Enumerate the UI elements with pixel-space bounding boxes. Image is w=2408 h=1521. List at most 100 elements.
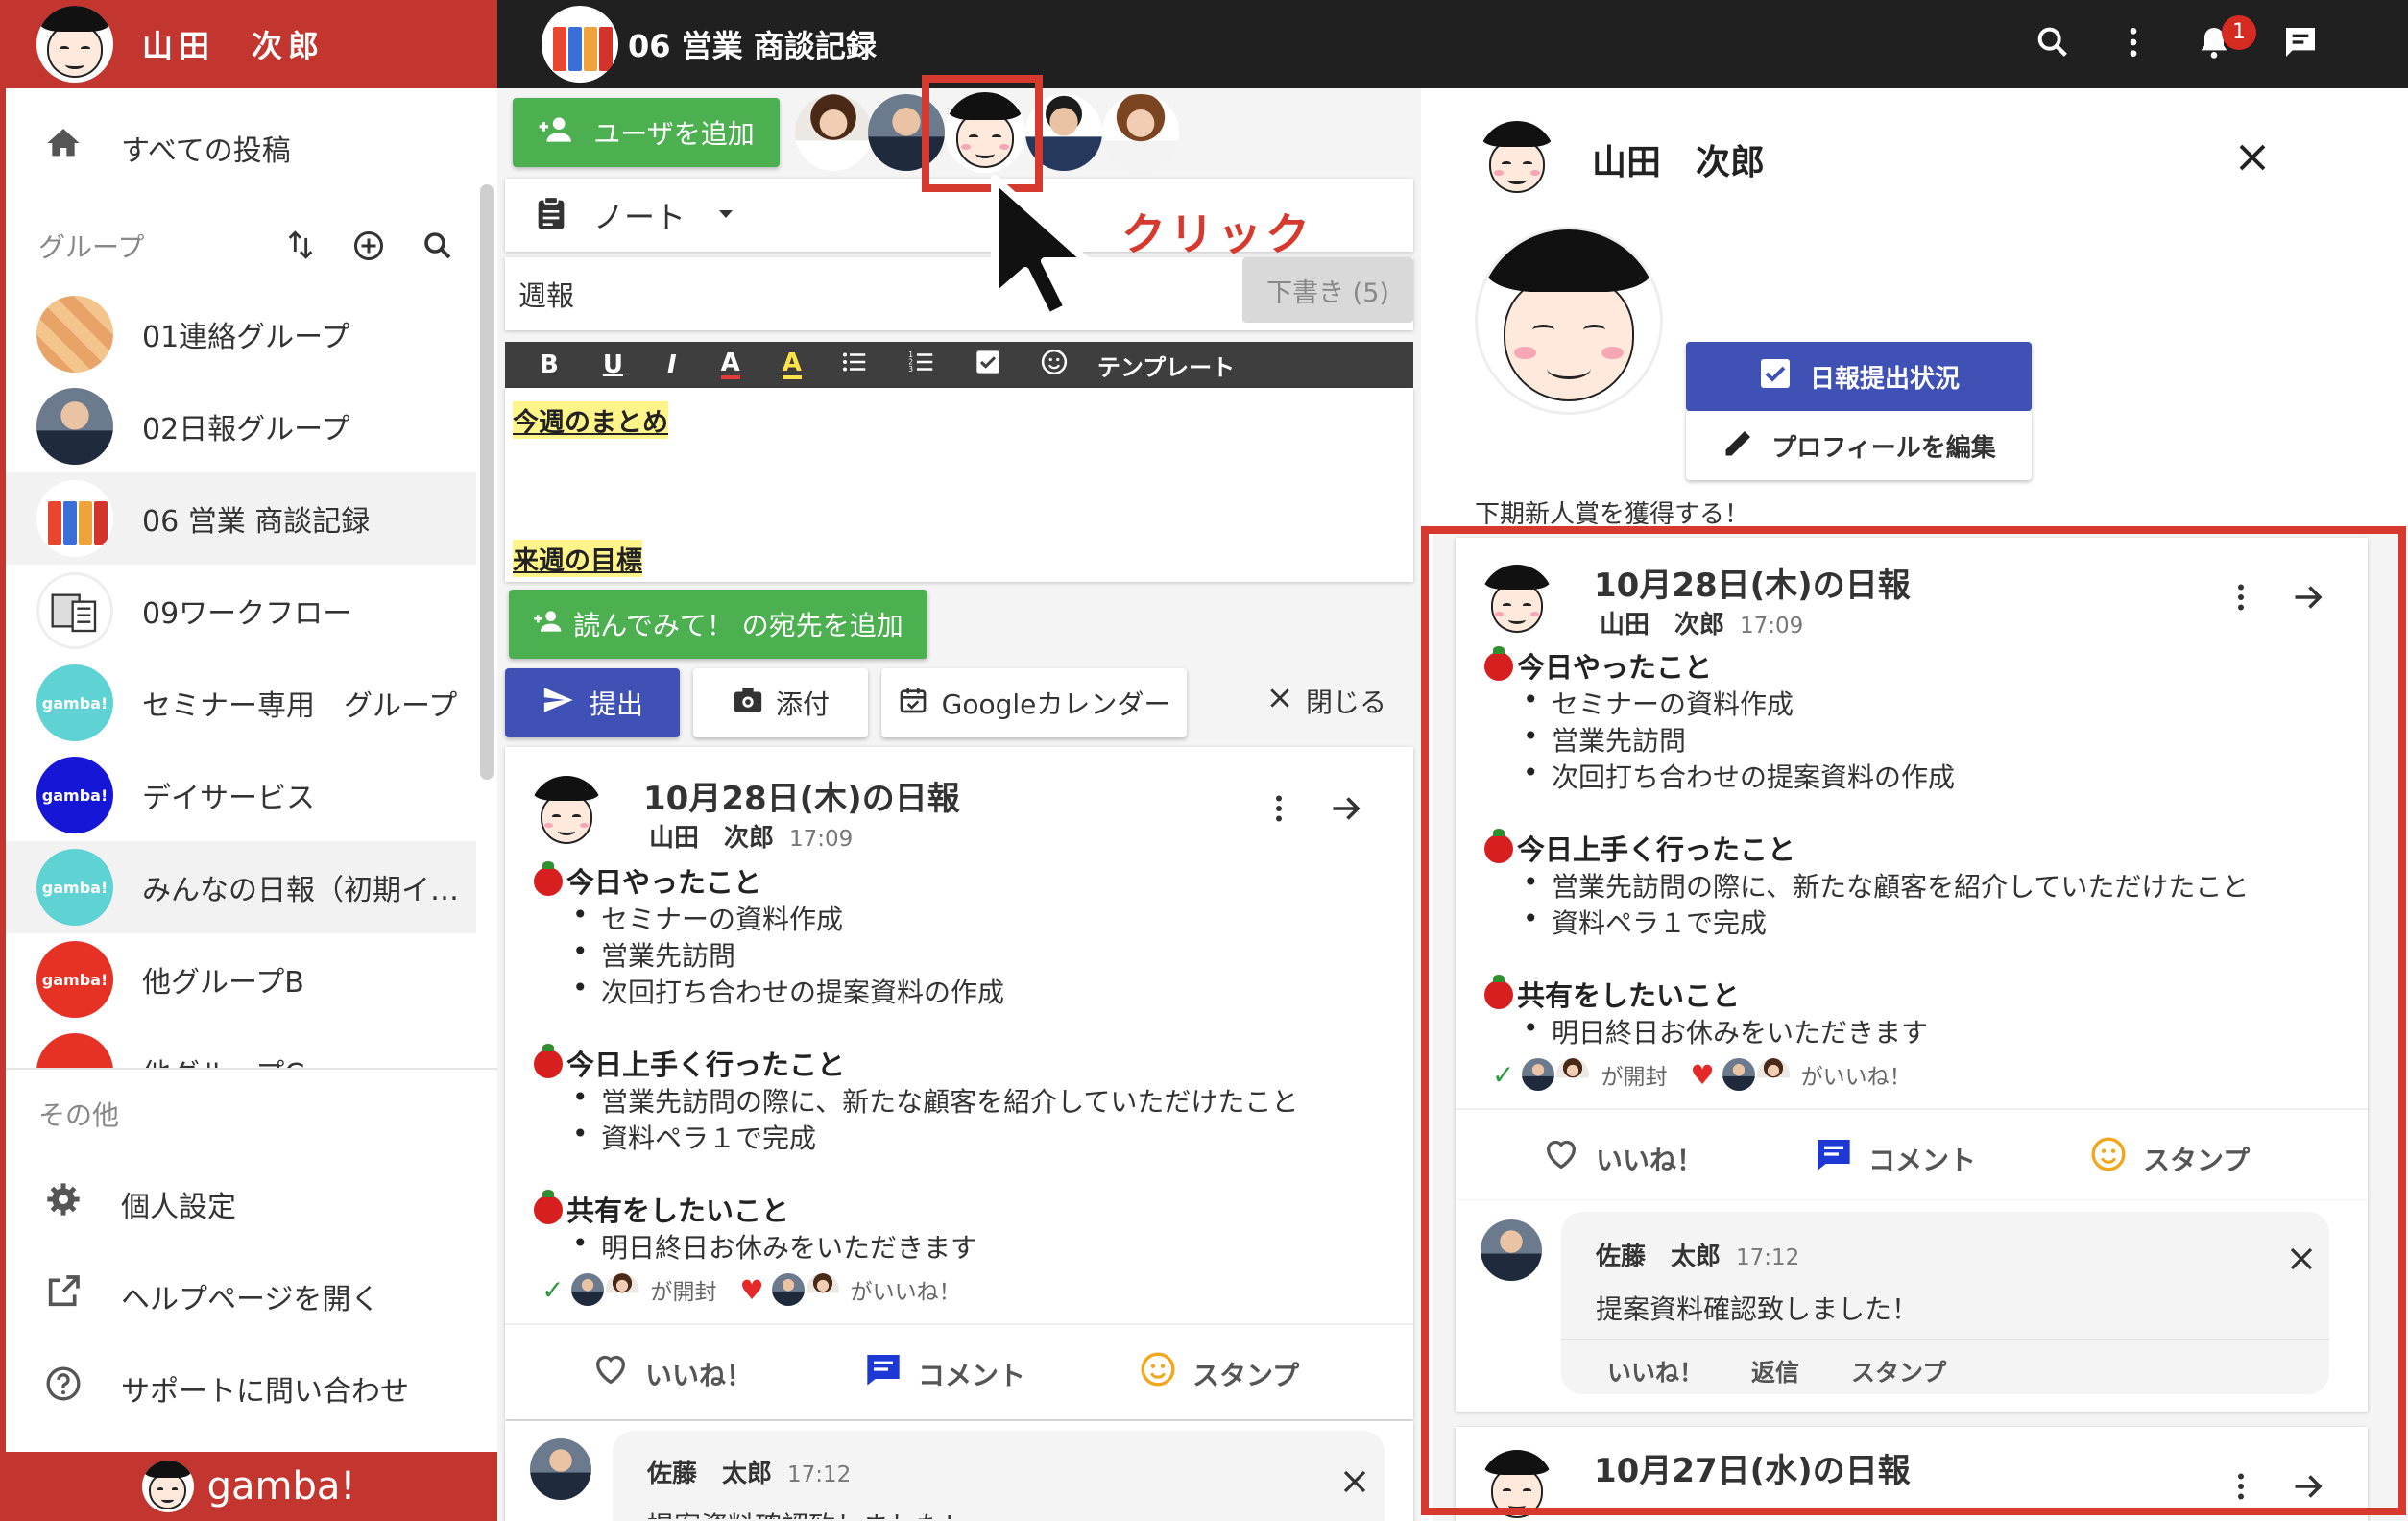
arrow-right-icon[interactable] <box>2291 1469 2325 1508</box>
arrow-right-icon[interactable] <box>2291 580 2325 618</box>
sidebar-item-label: 他グループB <box>142 966 304 1000</box>
post-title[interactable]: 10月27日(水)の日報 <box>1594 1444 1911 1491</box>
close-icon[interactable] <box>2287 1244 2316 1277</box>
search-group-icon[interactable] <box>421 229 455 267</box>
like-button[interactable]: いいね！ <box>1542 1135 1703 1182</box>
more-vert-icon[interactable] <box>1262 791 1296 830</box>
sidebar-item-help[interactable]: ヘルプページを開く <box>6 1250 476 1342</box>
calendar-label: Googleカレンダー <box>941 688 1171 720</box>
add-group-icon[interactable] <box>351 229 386 267</box>
post-card: 10月28日(木)の日報 山田 次郎17:09 今日やったこと セミナーの資料作… <box>1456 538 2368 1200</box>
user-header[interactable]: 山田 次郎 <box>0 0 497 88</box>
user-avatar[interactable] <box>36 6 113 83</box>
editor-body[interactable]: 今週のまとめ 来週の目標 <box>505 388 1413 582</box>
title-value: 週報 <box>518 279 575 312</box>
more-vert-icon[interactable] <box>2112 23 2155 65</box>
stamp-button[interactable]: スタンプ <box>1139 1350 1299 1397</box>
tomato-icon <box>534 1190 563 1224</box>
arrow-right-icon[interactable] <box>1329 791 1363 830</box>
comment-button[interactable]: コメント <box>864 1350 1025 1397</box>
list-item: 営業先訪問の際に、新たな顧客を紹介していただけたこと <box>1523 866 2249 905</box>
attach-button[interactable]: 添付 <box>693 668 868 737</box>
comment-stamp-button[interactable]: スタンプ <box>1851 1354 1946 1388</box>
sidebar-item-all-posts[interactable]: すべての投稿 <box>6 102 476 194</box>
highlight-icon[interactable]: A <box>782 350 802 379</box>
comment-bubble: 佐藤 太郎17:12 提案資料確認致しました！ <box>613 1431 1385 1521</box>
close-icon[interactable] <box>1340 1467 1369 1500</box>
submit-button[interactable]: 提出 <box>505 668 680 737</box>
editor-toolbar: B U I A A 123 テンプレート <box>505 342 1413 388</box>
bullet-list-icon[interactable] <box>840 348 869 383</box>
comment-like-button[interactable]: いいね！ <box>1607 1354 1703 1388</box>
checkbox-icon[interactable] <box>975 349 1001 382</box>
sidebar-item-label: 他グループC <box>142 1050 304 1068</box>
close-panel-icon[interactable] <box>2235 140 2270 179</box>
chat-icon[interactable] <box>2279 23 2322 65</box>
comment-author-avatar[interactable] <box>530 1438 591 1500</box>
search-icon[interactable] <box>2032 23 2074 65</box>
check-icon: ✓ <box>1492 1058 1515 1091</box>
send-icon <box>542 684 574 723</box>
sidebar-group-dayservice[interactable]: gamba! デイサービス <box>6 749 476 841</box>
sidebar-item-settings[interactable]: 個人設定 <box>6 1158 476 1250</box>
notification-badge: 1 <box>2222 15 2256 50</box>
more-vert-icon[interactable] <box>2224 580 2258 618</box>
profile-large-avatar[interactable] <box>1475 227 1663 415</box>
sidebar-group-b[interactable]: gamba! 他グループB <box>6 933 476 1026</box>
add-reader-button[interactable]: 読んでみて！ の宛先を追加 <box>509 590 927 659</box>
member-avatar[interactable] <box>1102 94 1179 171</box>
underline-icon[interactable]: U <box>603 350 623 379</box>
liker-avatar <box>1722 1058 1755 1091</box>
close-composer-button[interactable]: 閉じる <box>1267 682 1386 720</box>
edit-profile-button[interactable]: プロフィールを編集 <box>1686 411 2032 480</box>
more-vert-icon[interactable] <box>2224 1469 2258 1508</box>
brand-mascot-icon <box>141 1461 194 1512</box>
pencil-icon <box>1722 425 1756 467</box>
post-author-avatar[interactable] <box>1481 1450 1553 1521</box>
smiley-icon <box>1139 1350 1177 1397</box>
liker-avatar <box>806 1273 839 1306</box>
post-title[interactable]: 10月28日(木)の日報 <box>643 772 960 819</box>
sidebar-scrollbar[interactable] <box>480 184 494 780</box>
sidebar-group-09[interactable]: 09ワークフロー <box>6 565 476 657</box>
comment-author-avatar[interactable] <box>1481 1219 1542 1281</box>
reactions-row[interactable]: ✓ が開封 ♥ がいいね！ <box>542 1273 961 1306</box>
post-author-avatar[interactable] <box>1481 565 1553 638</box>
sidebar-group-02[interactable]: 02日報グループ <box>6 380 476 472</box>
post-title[interactable]: 10月28日(木)の日報 <box>1594 559 1911 606</box>
member-avatar[interactable] <box>795 94 872 171</box>
sidebar-group-01[interactable]: 01連絡グループ <box>6 288 476 380</box>
draft-button[interactable]: 下書き (5) <box>1242 257 1413 323</box>
sidebar-group-c[interactable]: 他グループC <box>6 1026 476 1068</box>
emoji-icon[interactable] <box>1040 348 1069 383</box>
divider <box>505 1323 1413 1325</box>
numbered-list-icon[interactable]: 123 <box>907 348 936 383</box>
heart-icon: ♥ <box>1690 1058 1715 1091</box>
sidebar-group-06[interactable]: 06 営業 商談記録 <box>6 472 476 565</box>
sort-icon[interactable] <box>284 229 317 265</box>
list-item: 資料ペラ１で完成 <box>572 1118 816 1156</box>
like-button[interactable]: いいね！ <box>591 1350 753 1397</box>
sidebar-group-minna[interactable]: gamba! みんなの日報（初期イメ… <box>6 841 476 933</box>
sidebar-item-label: デイサービス <box>142 782 315 815</box>
comment-author: 佐藤 太郎 17:12 <box>647 1460 852 1488</box>
opened-label: が開封 <box>650 1280 717 1305</box>
text-color-icon[interactable]: A <box>720 350 740 379</box>
sidebar-group-seminar[interactable]: gamba! セミナー専用 グループ <box>6 657 476 749</box>
bold-icon[interactable]: B <box>540 350 559 379</box>
group-avatar <box>36 296 113 373</box>
template-button[interactable]: テンプレート <box>1097 349 1235 382</box>
add-user-button[interactable]: ユーザを追加 <box>513 98 780 167</box>
reactions-row[interactable]: ✓ が開封 ♥ がいいね！ <box>1492 1058 1912 1091</box>
section-heading: 共有をしたいこと <box>534 1189 789 1229</box>
sidebar-item-support[interactable]: サポートに問い合わせ <box>6 1342 476 1435</box>
comment-button[interactable]: コメント <box>1815 1135 1976 1182</box>
google-calendar-button[interactable]: Googleカレンダー <box>881 668 1187 737</box>
italic-icon[interactable]: I <box>667 350 677 379</box>
report-status-button[interactable]: 日報提出状況 <box>1686 342 2032 411</box>
comment-reply-button[interactable]: 返信 <box>1751 1354 1799 1388</box>
post-author-avatar[interactable] <box>530 776 603 849</box>
list-item: 明日終日お休みをいただきます <box>572 1227 977 1266</box>
post-time: 17:09 <box>789 827 854 852</box>
stamp-button[interactable]: スタンプ <box>2089 1135 2250 1182</box>
